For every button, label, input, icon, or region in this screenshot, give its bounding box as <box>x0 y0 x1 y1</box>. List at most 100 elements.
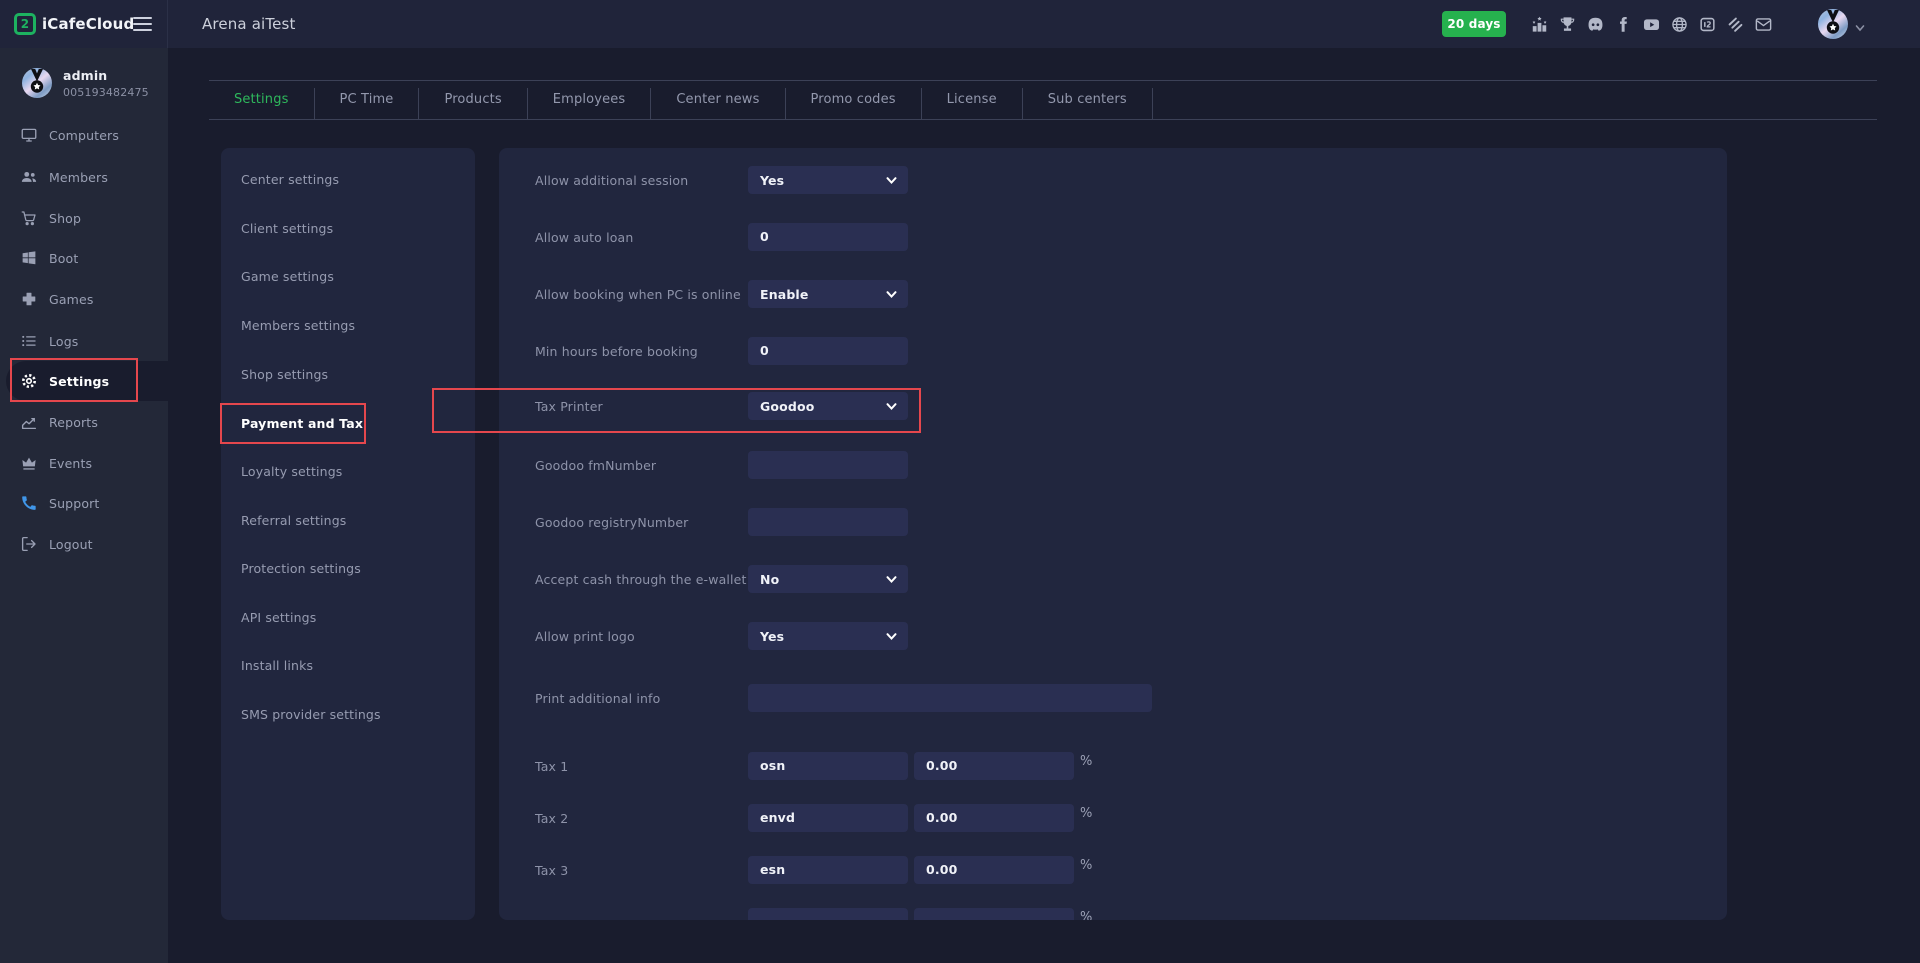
field-label: Print additional info <box>535 691 660 706</box>
sidebar-item-support[interactable]: Support <box>0 483 168 523</box>
page-title: Arena aiTest <box>202 0 296 48</box>
form-row-allow-additional-session: Allow additional session Yes <box>499 166 1727 194</box>
tab-license[interactable]: License <box>922 81 1022 119</box>
field-label: Tax Printer <box>535 399 603 414</box>
sidebar-item-reports[interactable]: Reports <box>0 402 168 442</box>
goodoo-fmnumber-input[interactable] <box>748 451 908 479</box>
sidebar-user-id: 005193482475 <box>63 86 149 99</box>
field-label: Allow auto loan <box>535 230 633 245</box>
field-label: Min hours before booking <box>535 344 698 359</box>
globe-icon[interactable] <box>1670 15 1689 34</box>
menu-item-loyalty-settings[interactable]: Loyalty settings <box>241 464 342 482</box>
sidebar-item-games[interactable]: Games <box>0 279 168 319</box>
form-row-min-hours-before-booking: Min hours before booking 0 <box>499 337 1727 365</box>
brand-area[interactable]: 2 iCafeCloud <box>0 0 168 48</box>
sidebar-item-label: Computers <box>49 128 119 143</box>
menu-item-referral-settings[interactable]: Referral settings <box>241 513 346 531</box>
icafecloud-logo-icon: 2 <box>14 13 36 35</box>
monitor-icon <box>20 126 38 144</box>
ranking-icon[interactable] <box>1530 15 1549 34</box>
sidebar-item-boot[interactable]: Boot <box>0 238 168 278</box>
menu-item-install-links[interactable]: Install links <box>241 658 313 676</box>
sidebar-item-computers[interactable]: Computers <box>0 115 168 155</box>
tab-pc-time[interactable]: PC Time <box>315 81 419 119</box>
menu-item-api-settings[interactable]: API settings <box>241 610 316 628</box>
field-label: Tax 1 <box>535 759 568 774</box>
tax4-rate-input[interactable] <box>914 908 1074 920</box>
tax2-name-input[interactable]: envd <box>748 804 908 832</box>
form-row-goodoo-fmnumber: Goodoo fmNumber <box>499 451 1727 479</box>
form-row-allow-print-logo: Allow print logo Yes <box>499 622 1727 650</box>
chevron-down-icon <box>886 175 897 186</box>
tab-products[interactable]: Products <box>419 81 526 119</box>
form-row-tax-3: Tax 3 esn 0.00 % <box>499 856 1727 884</box>
print-additional-info-input[interactable] <box>748 684 1152 712</box>
menu-item-shop-settings[interactable]: Shop settings <box>241 367 328 385</box>
tax2-rate-input[interactable]: 0.00 <box>914 804 1074 832</box>
chevron-down-icon <box>886 401 897 412</box>
sidebar-item-members[interactable]: Members <box>0 157 168 197</box>
allow-auto-loan-input[interactable]: 0 <box>748 223 908 251</box>
allow-print-logo-select[interactable]: Yes <box>748 622 908 650</box>
cart-icon <box>20 209 38 227</box>
menu-item-center-settings[interactable]: Center settings <box>241 172 339 190</box>
logout-icon <box>20 535 38 553</box>
sidebar-item-logs[interactable]: Logs <box>0 321 168 361</box>
sidebar-item-settings[interactable]: Settings <box>6 361 168 401</box>
sidebar-item-label: Logs <box>49 334 78 349</box>
allow-booking-select[interactable]: Enable <box>748 280 908 308</box>
menu-item-protection-settings[interactable]: Protection settings <box>241 561 361 579</box>
menu-item-client-settings[interactable]: Client settings <box>241 221 333 239</box>
menu-item-payment-and-tax[interactable]: Payment and Tax <box>241 416 363 434</box>
logo-text: iCafeCloud <box>42 15 134 33</box>
mail-icon[interactable] <box>1754 15 1773 34</box>
menu-item-sms-provider-settings[interactable]: SMS provider settings <box>241 707 381 725</box>
settings-tabs: Settings PC Time Products Employees Cent… <box>209 81 1153 119</box>
sidebar-item-label: Support <box>49 496 99 511</box>
chevron-down-icon <box>886 631 897 642</box>
sidebar-item-logout[interactable]: Logout <box>0 524 168 564</box>
form-row-tax-1: Tax 1 osn 0.00 % <box>499 752 1727 780</box>
field-label: Tax 3 <box>535 863 568 878</box>
facebook-icon[interactable] <box>1614 15 1633 34</box>
min-hours-before-booking-input[interactable]: 0 <box>748 337 908 365</box>
accept-cash-ewallet-select[interactable]: No <box>748 565 908 593</box>
tax3-name-input[interactable]: esn <box>748 856 908 884</box>
discord-icon[interactable] <box>1586 15 1605 34</box>
sidebar-item-events[interactable]: Events <box>0 443 168 483</box>
sidebar-user-avatar <box>22 68 52 98</box>
tab-promo-codes[interactable]: Promo codes <box>786 81 921 119</box>
layers-icon[interactable] <box>1726 15 1745 34</box>
phone-icon <box>20 494 38 512</box>
sidebar-item-label: Games <box>49 292 93 307</box>
goodoo-registrynumber-input[interactable] <box>748 508 908 536</box>
menu-item-members-settings[interactable]: Members settings <box>241 318 355 336</box>
tab-employees[interactable]: Employees <box>528 81 651 119</box>
gamepad-icon <box>20 290 38 308</box>
user-menu-chevron-down-icon[interactable] <box>1854 19 1866 31</box>
tab-sub-centers[interactable]: Sub centers <box>1023 81 1152 119</box>
menu-item-game-settings[interactable]: Game settings <box>241 269 334 287</box>
hamburger-menu-icon[interactable] <box>133 17 152 31</box>
tax1-rate-input[interactable]: 0.00 <box>914 752 1074 780</box>
form-row-tax-printer: Tax Printer Goodoo <box>499 392 1727 420</box>
allow-additional-session-select[interactable]: Yes <box>748 166 908 194</box>
percent-suffix: % <box>1080 858 1093 873</box>
tax3-rate-input[interactable]: 0.00 <box>914 856 1074 884</box>
user-avatar[interactable] <box>1818 9 1848 39</box>
trophy-icon[interactable] <box>1558 15 1577 34</box>
license-days-badge[interactable]: 20 days <box>1442 11 1506 37</box>
tax4-name-input[interactable] <box>748 908 908 920</box>
form-row-tax-4-partial: % <box>499 908 1727 920</box>
gear-icon <box>20 372 38 390</box>
youtube-icon[interactable] <box>1642 15 1661 34</box>
tax1-name-input[interactable]: osn <box>748 752 908 780</box>
sidebar-item-shop[interactable]: Shop <box>0 198 168 238</box>
icafecloud-icon[interactable] <box>1698 15 1717 34</box>
field-label: Accept cash through the e-wallet <box>535 572 747 587</box>
form-row-accept-cash-ewallet: Accept cash through the e-wallet No <box>499 565 1727 593</box>
tab-center-news[interactable]: Center news <box>651 81 784 119</box>
field-label: Allow additional session <box>535 173 688 188</box>
tax-printer-select[interactable]: Goodoo <box>748 392 908 420</box>
tab-settings[interactable]: Settings <box>209 81 314 119</box>
